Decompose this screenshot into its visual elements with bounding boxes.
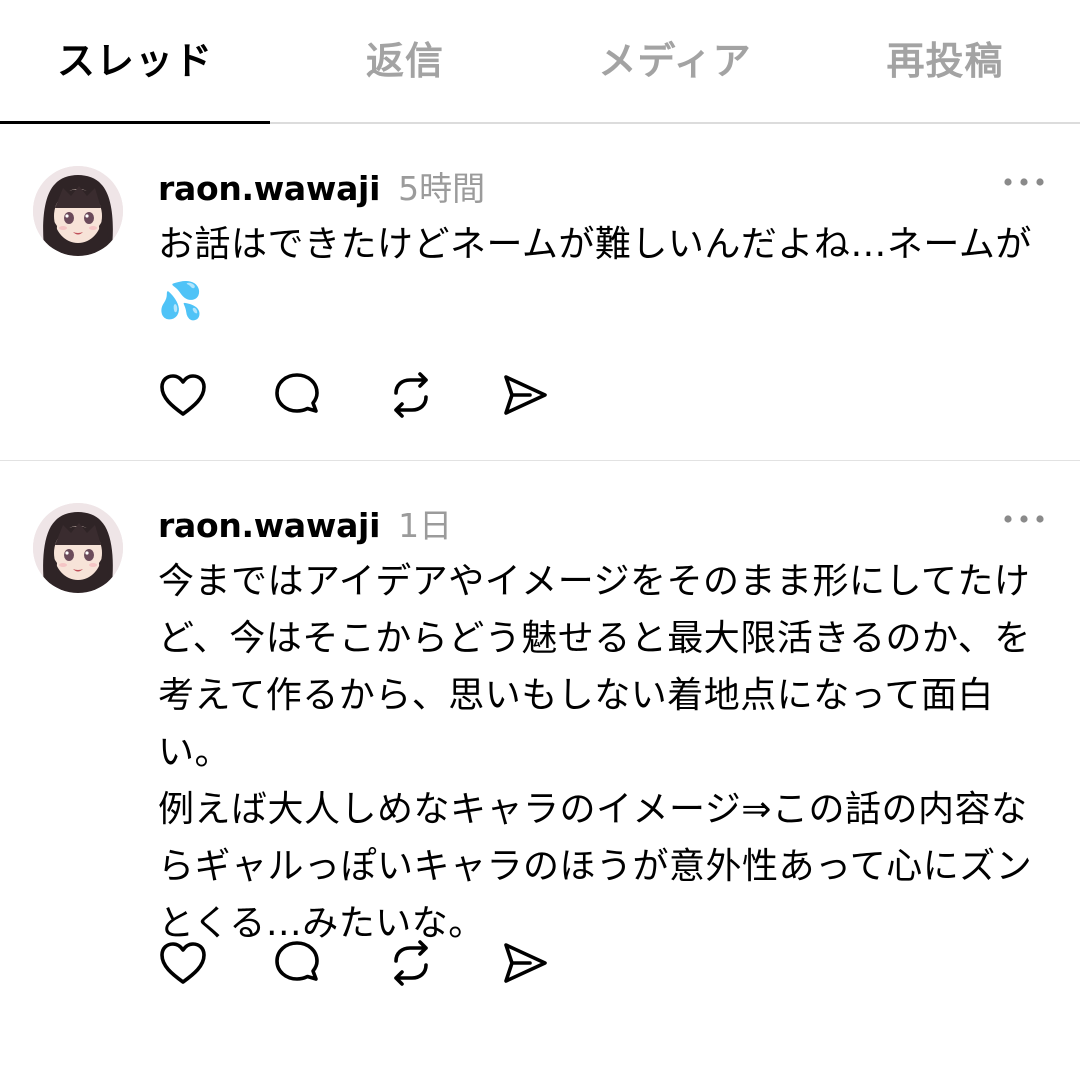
post-text: 今まではアイデアやイメージをそのまま形にしてたけど、今はそこからどう魅せると最大… [158,561,1033,944]
more-options-icon[interactable] [1002,509,1046,529]
post-header: raon.wawaji 5時間 [158,162,485,210]
heart-icon [160,374,206,416]
profile-tabs: スレッド 返信 メディア 再投稿 [0,0,1080,124]
tab-reposts[interactable]: 再投稿 [810,0,1080,122]
repost-icon [394,372,428,418]
timestamp: 1日 [398,506,453,545]
reply-button[interactable] [272,370,386,420]
post-actions [158,938,614,988]
tab-threads[interactable]: スレッド [0,0,270,122]
like-button[interactable] [158,370,272,420]
share-icon [504,943,547,983]
username[interactable]: raon.wawaji [158,506,380,545]
repost-button[interactable] [386,370,500,420]
repost-button[interactable] [386,938,500,988]
post-actions [158,370,614,420]
post-text: お話はできたけどネームが難しいんだよね…ネームが💦 [158,224,1032,322]
comment-icon [275,941,319,981]
like-button[interactable] [158,938,272,988]
share-button[interactable] [500,370,614,420]
reply-button[interactable] [272,938,386,988]
share-button[interactable] [500,938,614,988]
thread-post: raon.wawaji 5時間 お話はできたけどネームが難しいんだよね…ネームが… [0,124,1080,461]
avatar[interactable] [33,166,123,256]
repost-icon [394,940,428,986]
tab-replies[interactable]: 返信 [270,0,540,122]
share-icon [504,375,547,415]
tab-media[interactable]: メディア [540,0,810,122]
heart-icon [160,942,206,984]
more-options-icon[interactable] [1002,172,1046,192]
username[interactable]: raon.wawaji [158,169,380,208]
thread-post: raon.wawaji 1日 今まではアイデアやイメージをそのまま形にしてたけど… [0,461,1080,1070]
comment-icon [275,373,319,413]
post-header: raon.wawaji 1日 [158,499,452,547]
avatar[interactable] [33,503,123,593]
timestamp: 5時間 [398,169,486,208]
